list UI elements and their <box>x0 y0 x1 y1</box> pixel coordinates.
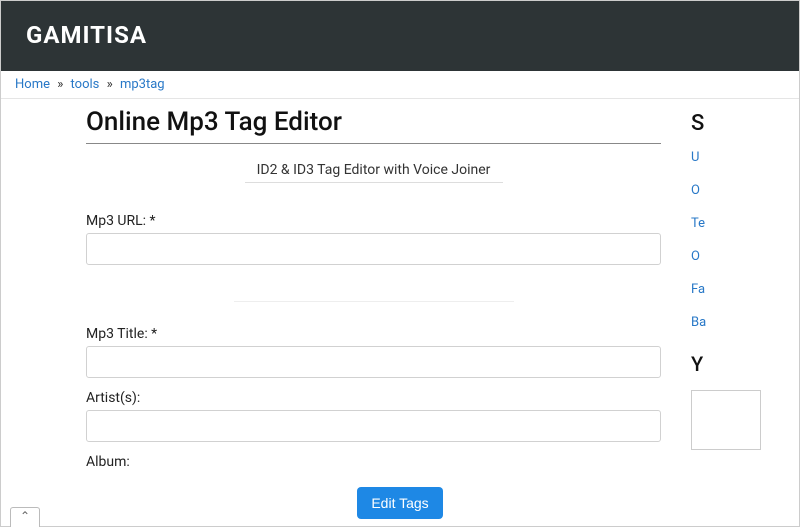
sidebar: S U O Te O Fa Ba Y <box>691 107 791 482</box>
breadcrumb-home[interactable]: Home <box>15 77 50 92</box>
mp3-title-input[interactable] <box>86 346 661 378</box>
sidebar-link[interactable]: Te <box>691 216 791 231</box>
brand-logo[interactable]: GAMITISA <box>26 21 774 49</box>
page-title: Online Mp3 Tag Editor <box>86 107 661 144</box>
sidebar-link[interactable]: O <box>691 249 791 264</box>
mp3-title-label: Mp3 Title: * <box>86 326 661 342</box>
page-subtitle: ID2 & ID3 Tag Editor with Voice Joiner <box>245 162 503 183</box>
breadcrumb-mp3tag[interactable]: mp3tag <box>120 77 165 92</box>
field-artist: Artist(s): <box>86 390 661 442</box>
album-label: Album: <box>86 454 661 470</box>
artist-input[interactable] <box>86 410 661 442</box>
breadcrumb: Home » tools » mp3tag <box>1 71 799 99</box>
mp3-url-input[interactable] <box>86 233 661 265</box>
sidebar-link[interactable]: Fa <box>691 282 791 297</box>
sidebar-box <box>691 390 761 450</box>
field-mp3-url: Mp3 URL: * <box>86 213 661 265</box>
breadcrumb-sep: » <box>103 77 117 92</box>
artist-label: Artist(s): <box>86 390 661 406</box>
scroll-top-tab[interactable]: ⌃ <box>10 507 40 527</box>
main-content: Online Mp3 Tag Editor ID2 & ID3 Tag Edit… <box>1 107 691 482</box>
edit-tags-button[interactable]: Edit Tags <box>357 487 442 519</box>
field-mp3-title: Mp3 Title: * <box>86 326 661 378</box>
breadcrumb-tools[interactable]: tools <box>71 77 100 92</box>
sidebar-heading-2: Y <box>691 352 791 376</box>
footer-actions: Edit Tags <box>0 487 800 519</box>
sidebar-link[interactable]: U <box>691 150 791 165</box>
sidebar-link[interactable]: Ba <box>691 315 791 330</box>
divider <box>234 301 514 302</box>
header: GAMITISA <box>1 1 799 71</box>
mp3-url-label: Mp3 URL: * <box>86 213 661 229</box>
sidebar-heading: S <box>691 111 791 136</box>
field-album: Album: <box>86 454 661 470</box>
sidebar-link[interactable]: O <box>691 183 791 198</box>
breadcrumb-sep: » <box>53 77 67 92</box>
